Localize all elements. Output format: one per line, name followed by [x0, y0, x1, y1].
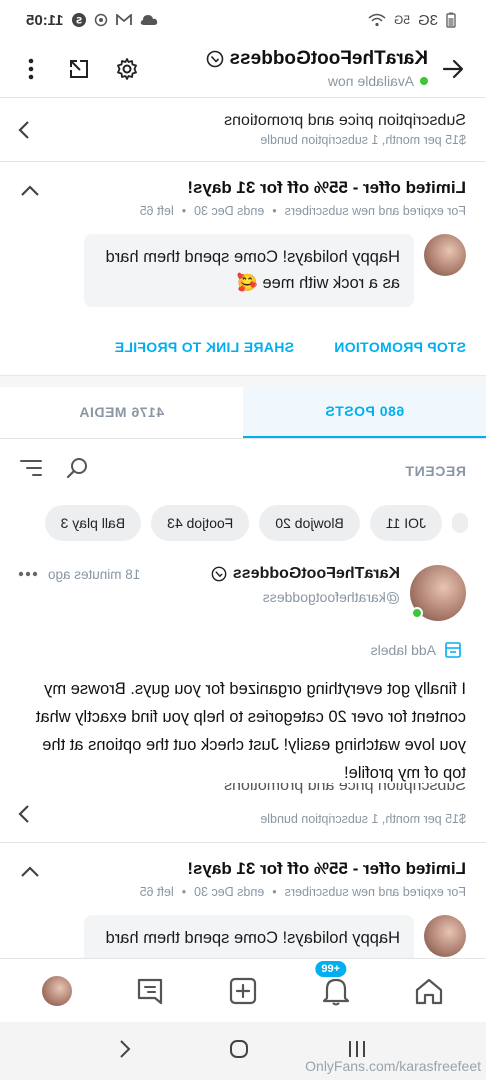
nav-profile[interactable] — [37, 971, 77, 1011]
promotion-message: Happy holidays! Come spend them hard as … — [84, 234, 414, 307]
avatar — [41, 975, 72, 1006]
profile-tabs: 680 POSTS 4176 MEDIA — [0, 386, 486, 439]
post: KaraTheFootGoddess @karathefootgoddess 1… — [0, 543, 486, 787]
share-button[interactable] — [66, 56, 92, 82]
chip-ball-play[interactable]: Ball play 3 — [44, 504, 142, 541]
chevron-left-icon — [120, 1039, 131, 1058]
promotion-ends: ends Dec 30 — [194, 204, 265, 218]
add-labels-button[interactable]: Add labels — [18, 641, 466, 659]
plus-square-icon — [229, 977, 257, 1004]
online-indicator — [420, 77, 428, 85]
promotion-left-2: left 65 — [139, 884, 174, 899]
more-horizontal-icon[interactable] — [18, 571, 38, 577]
chip-partial[interactable] — [452, 512, 468, 533]
tab-media[interactable]: 4176 MEDIA — [0, 387, 243, 438]
more-options-button[interactable] — [18, 56, 44, 82]
subscription-details-2: $15 per month, 1 subscription bundle — [260, 811, 466, 826]
post-text: I finally got everything organized for y… — [35, 679, 466, 782]
online-indicator — [411, 606, 423, 619]
subscription-details: $15 per month, 1 subscription bundle — [260, 133, 466, 147]
promotion-card: Limited offer - 55% off for 31 days! For… — [0, 162, 486, 355]
post-author-name[interactable]: KaraTheFootGoddess — [233, 565, 400, 583]
nav-add-post[interactable] — [223, 971, 263, 1011]
label-icon — [445, 641, 461, 658]
arrow-left-icon — [442, 59, 464, 78]
promotion-title-2: Limited offer - 55% off for 31 days! — [187, 858, 466, 878]
profile-name: KaraTheFootGoddess — [229, 48, 428, 69]
subscription-title-2: Subscription price and promotions — [224, 782, 466, 794]
network-label: 5G — [393, 13, 410, 27]
sync-icon — [94, 13, 107, 27]
sort-lines-icon — [20, 460, 42, 477]
promotion-title: Limited offer - 55% off for 31 days! — [187, 178, 466, 197]
subscription-row-2[interactable]: Subscription price and promotions $15 pe… — [0, 783, 486, 843]
subscription-row[interactable]: Subscription price and promotions $15 pe… — [0, 98, 486, 162]
add-labels-text: Add labels — [370, 641, 436, 658]
search-button[interactable] — [66, 457, 88, 484]
nav-notifications[interactable]: 99+ — [313, 958, 356, 1011]
collapse-button-2[interactable] — [18, 859, 40, 883]
subscription-title: Subscription price and promotions — [224, 112, 466, 129]
home-circle-icon — [230, 1039, 248, 1058]
chevron-up-icon — [21, 866, 39, 877]
svg-text:S: S — [75, 17, 81, 27]
chip-footjob[interactable]: Footjob 43 — [151, 504, 250, 541]
home-icon — [416, 978, 443, 1004]
search-icon — [66, 458, 87, 479]
post-avatar[interactable] — [410, 564, 466, 621]
signal-label: 3G — [417, 11, 438, 29]
promotion-left: left 65 — [139, 204, 174, 218]
clock: 11:05 — [26, 11, 64, 29]
status-bar: 3G 5G S 11:05 — [0, 0, 486, 40]
chevron-right-icon — [18, 805, 29, 824]
sort-button[interactable] — [20, 459, 42, 482]
nav-home[interactable] — [409, 971, 449, 1011]
post-author-handle: @karathefootgoddess — [262, 588, 400, 605]
availability-status: Available now — [327, 73, 414, 89]
settings-button[interactable] — [114, 56, 140, 82]
avatar — [424, 234, 466, 276]
mirrored-app-screen: 3G 5G S 11:05 KaraTheFootGoddess Availab… — [0, 0, 486, 1080]
recents-icon — [349, 1040, 365, 1057]
gear-icon — [117, 57, 137, 80]
notifications-badge: 99+ — [313, 958, 349, 979]
bottom-navigation: 99+ — [0, 958, 486, 1022]
chip-blowjob[interactable]: Blowjob 20 — [259, 504, 360, 541]
share-icon — [70, 59, 88, 78]
message-icon — [137, 978, 162, 1004]
filter-bar: RECENT — [0, 439, 486, 503]
gmail-icon — [115, 14, 132, 25]
battery-icon — [446, 12, 456, 28]
promotion-audience-2: For expired and new subscribers — [284, 884, 466, 899]
chevron-up-icon — [21, 185, 39, 196]
cloud-icon — [140, 15, 157, 25]
verified-icon — [206, 50, 223, 68]
collapse-button[interactable] — [18, 178, 40, 202]
stop-promotion-button[interactable]: STOP PROMOTION — [334, 339, 466, 355]
more-vertical-icon — [28, 58, 34, 79]
wifi-icon — [368, 13, 386, 27]
nav-messages[interactable] — [130, 971, 170, 1011]
chip-joi[interactable]: JOI 11 — [369, 504, 442, 541]
system-home-button[interactable] — [229, 1039, 249, 1064]
chevron-right-icon — [18, 120, 29, 139]
section-divider — [0, 374, 486, 387]
tab-posts[interactable]: 680 POSTS — [243, 386, 486, 438]
promotion-audience: For expired and new subscribers — [284, 204, 466, 218]
post-timestamp: 18 minutes ago — [48, 566, 141, 582]
s-badge-icon: S — [71, 13, 86, 27]
watermark: OnlyFans.com/karasfreefeet — [305, 1058, 481, 1074]
chat-header: KaraTheFootGoddess Available now — [0, 40, 486, 98]
profile-info[interactable]: KaraTheFootGoddess Available now — [140, 48, 438, 89]
verified-icon — [211, 566, 227, 582]
category-chips: JOI 11 Blowjob 20 Footjob 43 Ball play 3 — [0, 503, 486, 543]
system-back-button[interactable] — [119, 1039, 131, 1064]
share-link-button[interactable]: SHARE LINK TO PROFILE — [114, 339, 294, 355]
avatar — [424, 914, 466, 957]
bell-icon — [323, 978, 350, 1005]
promotion-ends-2: ends Dec 30 — [194, 884, 265, 899]
sort-label[interactable]: RECENT — [405, 463, 466, 479]
back-button[interactable] — [438, 54, 468, 84]
